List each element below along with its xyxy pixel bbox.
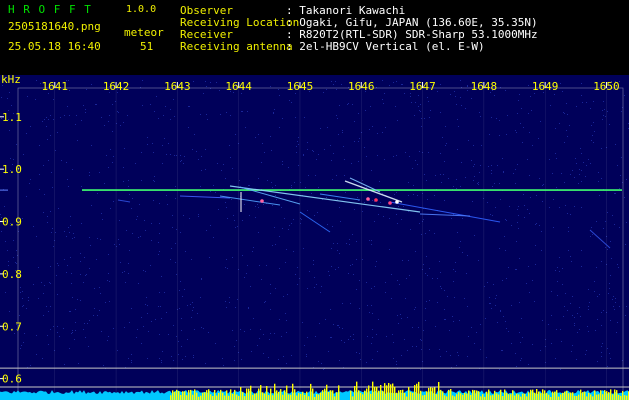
y-tick-label: 0.8: [2, 268, 22, 281]
x-tick-label: 1649: [532, 80, 559, 93]
meteor-head: [366, 197, 370, 201]
x-tick-label: 1643: [164, 80, 191, 93]
spectrogram-background: [0, 75, 629, 400]
x-tick-label: 1650: [593, 80, 620, 93]
x-tick-label: 1645: [287, 80, 314, 93]
x-tick-label: 1644: [225, 80, 252, 93]
y-tick-label: 0.6: [2, 373, 22, 386]
y-tick-label: 1.1: [2, 111, 22, 124]
meteor-head: [260, 199, 264, 203]
x-tick-label: 1648: [471, 80, 498, 93]
meteor-head: [374, 198, 378, 202]
meteor-head: [395, 200, 399, 204]
x-tick-label: 1646: [348, 80, 375, 93]
x-tick-label: 1642: [103, 80, 130, 93]
y-tick-label: 0.9: [2, 216, 22, 229]
meteor-head: [388, 201, 392, 205]
y-axis-unit: kHz: [1, 73, 21, 86]
y-tick-label: 0.7: [2, 320, 22, 333]
y-tick-label: 1.0: [2, 163, 22, 176]
spectrogram-plot: 1641 1642 1643 1644 1645 1646 1647 1648 1649 1650…: [0, 73, 629, 400]
x-tick-label: 1647: [409, 80, 436, 93]
x-tick-label: 1641: [42, 80, 69, 93]
